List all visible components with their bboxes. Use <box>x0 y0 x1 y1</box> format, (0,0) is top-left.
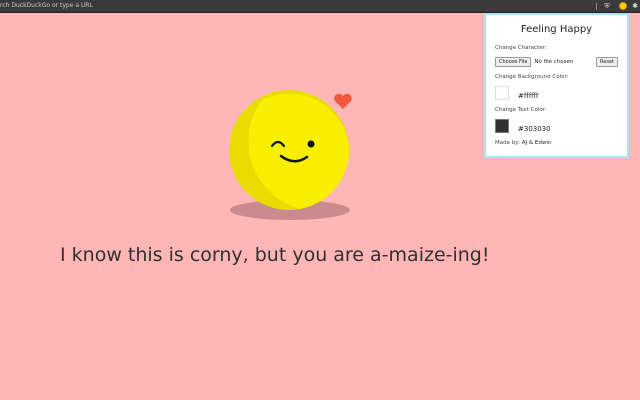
choose-file-button[interactable]: Choose File <box>495 57 532 67</box>
compliment-message: I know this is corny, but you are a-maiz… <box>60 244 490 266</box>
bg-color-value: #ffffff <box>518 92 539 100</box>
made-by-names: AJ & Edwin <box>521 140 552 146</box>
text-color-value: #303030 <box>518 125 551 133</box>
heart-icon <box>334 93 352 109</box>
bg-color-picker[interactable] <box>495 86 509 100</box>
text-color-label: Change Text Color: <box>495 107 547 113</box>
made-by-label: Made by: <box>495 140 520 146</box>
extension-popup: Feeling Happy Change Character: Choose F… <box>484 13 629 158</box>
bg-color-label: Change Background Color: <box>495 74 569 80</box>
popup-title: Feeling Happy <box>520 24 593 35</box>
change-character-label: Change Character: <box>495 45 547 51</box>
reset-button[interactable]: Reset <box>596 57 618 67</box>
credits: Made by: AJ & Edwin <box>495 140 618 146</box>
open-eye <box>307 140 315 148</box>
no-file-text: No file chosen <box>534 59 574 65</box>
text-color-picker[interactable] <box>495 119 509 133</box>
